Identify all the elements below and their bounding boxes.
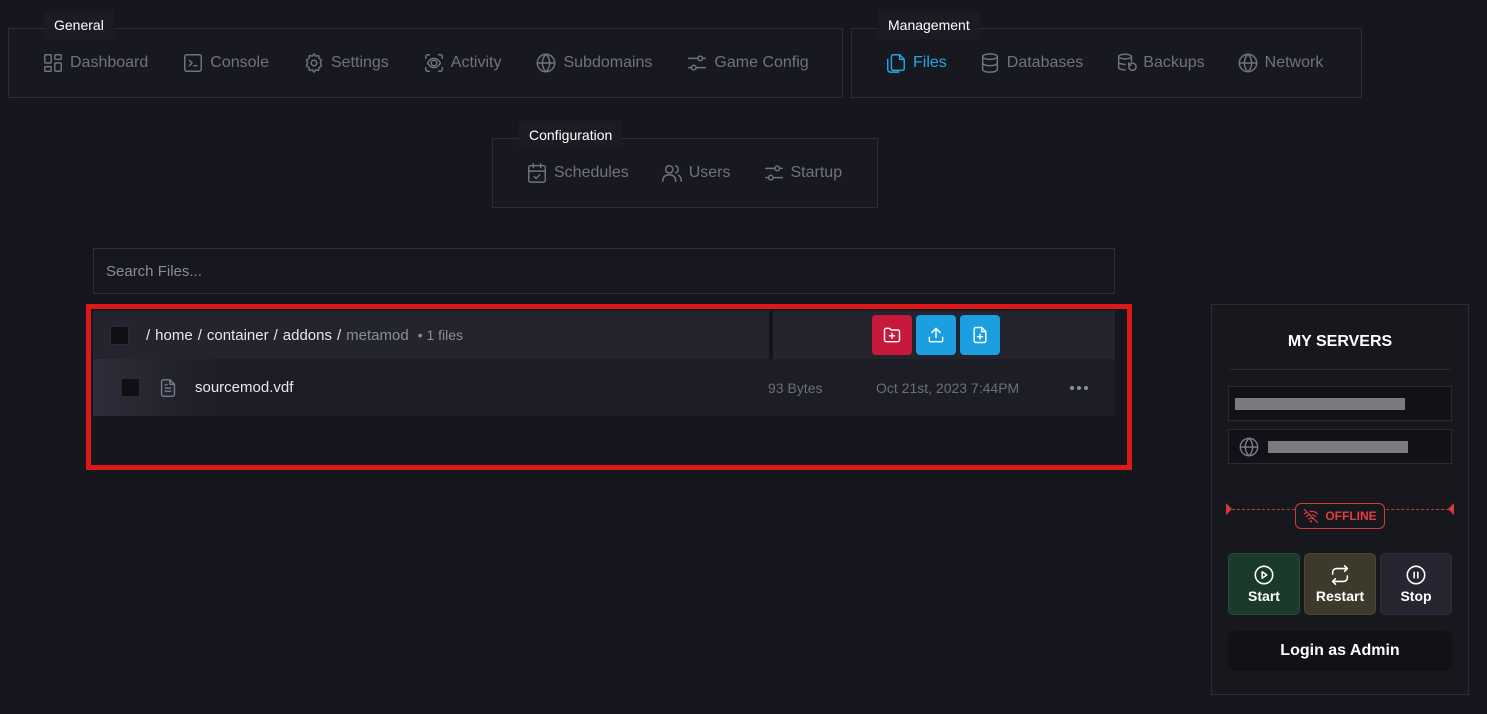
globe-icon	[1238, 53, 1258, 73]
stop-button[interactable]: Stop	[1380, 553, 1452, 615]
nav-label-startup: Startup	[790, 164, 843, 181]
wifi-off-icon	[1304, 508, 1319, 524]
divider	[1229, 369, 1451, 370]
redacted-server-address	[1268, 440, 1408, 453]
restart-button[interactable]: Restart	[1304, 553, 1376, 615]
dot	[1077, 385, 1081, 390]
globe-icon	[1239, 436, 1259, 457]
server-address-field	[1228, 429, 1452, 464]
nav-label-schedules: Schedules	[554, 164, 629, 181]
nav-item-subdomains[interactable]: Subdomains	[535, 52, 652, 74]
file-name[interactable]: sourcemod.vdf	[195, 379, 293, 396]
nav-item-settings[interactable]: Settings	[303, 52, 389, 74]
status-text: OFFLINE	[1325, 509, 1377, 523]
file-plus-icon	[973, 326, 987, 344]
upload-button[interactable]	[916, 315, 956, 355]
backup-icon	[1118, 53, 1138, 72]
nav-item-files[interactable]: Files	[885, 52, 947, 74]
database-icon	[981, 53, 998, 73]
nav-label-activity: Activity	[450, 54, 502, 71]
globe-icon	[537, 53, 556, 73]
breadcrumb-separator: /	[273, 326, 278, 344]
breadcrumb-separator: /	[336, 326, 342, 344]
nav-item-users[interactable]: Users	[661, 162, 731, 184]
nav-group-general: General Dashboard Console Settings Activ…	[8, 11, 843, 98]
nav-item-dashboard[interactable]: Dashboard	[42, 52, 148, 74]
nav-item-databases[interactable]: Databases	[979, 52, 1084, 74]
nav-label-users: Users	[688, 164, 731, 181]
stop-label: Stop	[1400, 588, 1432, 604]
breadcrumb-separator: /	[197, 326, 202, 344]
start-label: Start	[1248, 588, 1280, 604]
nav-label-subdomains: Subdomains	[563, 54, 653, 71]
folder-plus-icon	[883, 327, 901, 343]
restart-label: Restart	[1315, 588, 1365, 604]
servers-sidebar: MY SERVERS OFFLINE Start Restart Stop Lo…	[1211, 304, 1469, 695]
breadcrumb-addons[interactable]: addons	[283, 327, 332, 344]
status-marker-right	[1448, 503, 1454, 515]
nav-legend-configuration: Configuration	[519, 121, 623, 149]
gear-icon	[305, 53, 323, 73]
status-badge: OFFLINE	[1295, 503, 1385, 529]
nav-legend-management: Management	[878, 11, 980, 39]
sliders-icon	[688, 55, 707, 71]
activity-icon	[424, 54, 443, 72]
nav-item-backups[interactable]: Backups	[1115, 52, 1205, 74]
file-select-checkbox[interactable]	[121, 378, 140, 397]
calendar-check-icon	[528, 163, 546, 183]
breadcrumb-current: metamod	[346, 326, 409, 344]
file-size: 93 Bytes	[768, 379, 823, 396]
new-folder-button[interactable]	[872, 315, 912, 355]
breadcrumb-separator: /	[146, 326, 151, 344]
nav-item-startup[interactable]: Startup	[763, 162, 843, 184]
files-icon	[887, 54, 905, 73]
nav-item-console[interactable]: Console	[182, 52, 269, 74]
file-list-header: / home / container / addons / metamod • …	[93, 311, 1115, 359]
file-modified-date: Oct 21st, 2023 7:44PM	[876, 379, 1020, 396]
nav-label-dashboard: Dashboard	[70, 54, 149, 71]
start-button[interactable]: Start	[1228, 553, 1300, 615]
console-icon	[184, 54, 203, 72]
breadcrumb: / home / container / addons / metamod	[146, 327, 409, 344]
nav-group-configuration: Configuration Schedules Users Startup	[492, 121, 878, 208]
dashboard-icon	[44, 54, 62, 72]
upload-icon	[928, 327, 944, 343]
file-row[interactable]: sourcemod.vdf 93 Bytes Oct 21st, 2023 7:…	[93, 359, 1115, 416]
server-name-field	[1228, 386, 1452, 421]
login-as-admin-button[interactable]: Login as Admin	[1228, 631, 1452, 671]
dot	[1070, 385, 1074, 390]
nav-label-settings: Settings	[330, 54, 389, 71]
file-actions	[872, 315, 1000, 355]
users-icon	[661, 164, 682, 182]
file-more-button[interactable]	[1068, 379, 1090, 397]
breadcrumb-home[interactable]: home	[155, 327, 193, 344]
select-all-checkbox[interactable]	[110, 325, 129, 345]
nav-label-game-config: Game Config	[714, 54, 809, 71]
redacted-server-name	[1235, 397, 1405, 410]
dot	[1084, 385, 1088, 390]
sliders-icon	[764, 165, 783, 181]
nav-item-game-config[interactable]: Game Config	[686, 52, 809, 74]
search-files-input[interactable]	[93, 248, 1115, 294]
restart-icon	[1331, 565, 1349, 585]
nav-label-databases: Databases	[1006, 54, 1084, 71]
breadcrumb-bar: / home / container / addons / metamod • …	[93, 311, 773, 359]
pause-icon	[1406, 565, 1426, 585]
nav-label-backups: Backups	[1143, 54, 1205, 71]
sidebar-title: MY SERVERS	[1287, 333, 1393, 350]
nav-legend-general: General	[44, 11, 114, 39]
nav-group-management: Management Files Databases Backups Netwo…	[851, 11, 1362, 98]
play-icon	[1254, 565, 1274, 585]
nav-label-network: Network	[1264, 54, 1324, 71]
nav-item-activity[interactable]: Activity	[423, 52, 502, 74]
file-icon	[160, 378, 176, 397]
file-count: • 1 files	[417, 327, 464, 343]
nav-label-console: Console	[210, 54, 269, 71]
new-file-button[interactable]	[960, 315, 1000, 355]
status-marker-left	[1226, 503, 1232, 515]
nav-item-network[interactable]: Network	[1237, 52, 1324, 74]
breadcrumb-container[interactable]: container	[207, 327, 269, 344]
nav-item-schedules[interactable]: Schedules	[526, 162, 629, 184]
nav-label-files: Files	[913, 54, 947, 71]
